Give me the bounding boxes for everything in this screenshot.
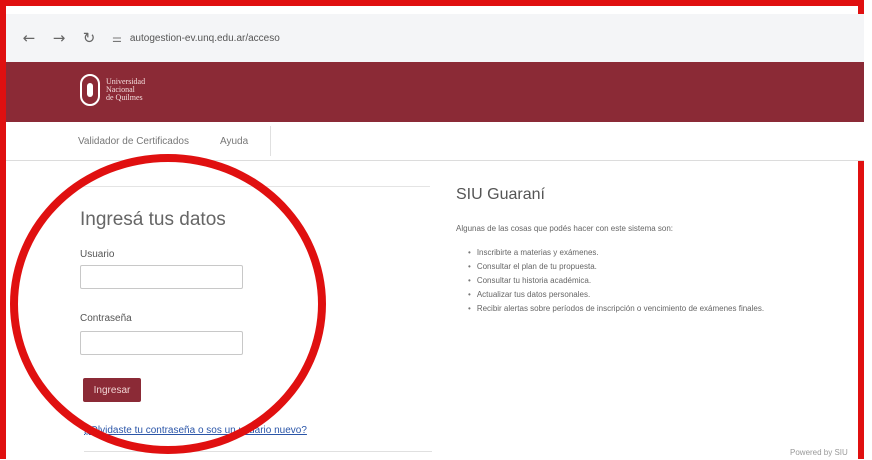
logo-emblem-icon — [80, 74, 100, 106]
url-text: autogestion-ev.unq.edu.ar/acceso — [129, 32, 280, 44]
footer-credit: Powered by SIU — [790, 448, 848, 457]
info-intro: Algunas de las cosas que podés hacer con… — [456, 224, 674, 233]
browser-toolbar: ← → ↻ ⚌ autogestion-ev.unq.edu.ar/acceso — [6, 14, 864, 63]
info-panel: SIU Guaraní Algunas de las cosas que pod… — [456, 186, 764, 313]
login-button[interactable]: Ingresar — [83, 378, 141, 402]
menu-item-validador[interactable]: Validador de Certificados — [78, 136, 189, 147]
password-label: Contraseña — [80, 313, 132, 324]
address-bar[interactable]: ⚌ autogestion-ev.unq.edu.ar/acceso — [112, 32, 280, 45]
user-input[interactable] — [80, 265, 243, 289]
feature-item: Consultar el plan de tu propuesta. — [468, 262, 764, 276]
password-input[interactable] — [80, 331, 243, 355]
logo-text: Universidad Nacional de Quilmes — [106, 78, 145, 102]
feature-item: Recibir alertas sobre períodos de inscri… — [468, 304, 764, 318]
feature-list: Inscribirte a materias y exámenes. Consu… — [468, 248, 764, 318]
login-title: Ingresá tus datos — [80, 209, 226, 230]
reload-icon[interactable]: ↻ — [82, 29, 96, 47]
menu-divider — [270, 126, 271, 156]
forgot-password-link[interactable]: ¿Olvidaste tu contraseña o sos un usuari… — [84, 425, 307, 436]
feature-item: Actualizar tus datos personales. — [468, 290, 764, 304]
feature-item: Consultar tu historia académica. — [468, 276, 764, 290]
top-menu: Validador de Certificados Ayuda — [6, 122, 864, 161]
user-label: Usuario — [80, 249, 115, 260]
logo-line-3: de Quilmes — [106, 93, 143, 102]
login-panel: Ingresá tus datos Usuario Contraseña Ing… — [70, 186, 430, 460]
feature-item: Inscribirte a materias y exámenes. — [468, 248, 764, 262]
site-settings-icon[interactable]: ⚌ — [112, 32, 122, 45]
forward-icon[interactable]: → — [52, 29, 66, 47]
menu-item-ayuda[interactable]: Ayuda — [220, 136, 248, 147]
university-logo[interactable]: Universidad Nacional de Quilmes — [80, 74, 145, 106]
site-header: Universidad Nacional de Quilmes — [6, 62, 864, 122]
back-icon[interactable]: ← — [22, 29, 36, 47]
info-title: SIU Guaraní — [456, 186, 545, 203]
footer-divider — [84, 451, 432, 452]
